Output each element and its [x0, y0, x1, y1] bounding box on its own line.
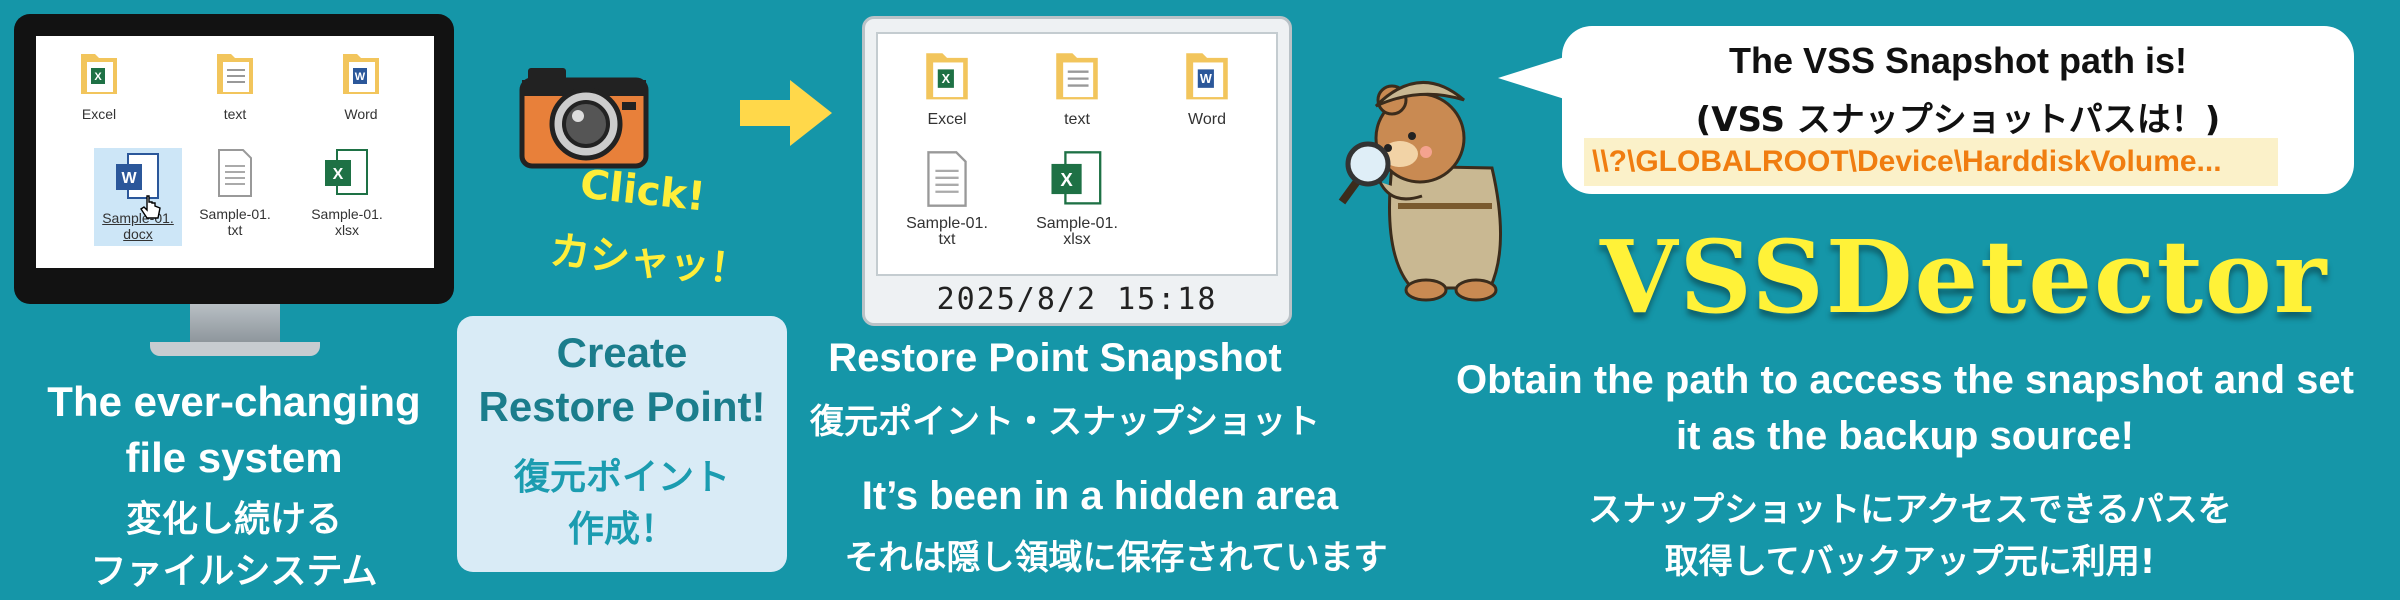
kasha-text: カシャッ！	[547, 227, 752, 295]
monitor: X Excel text W Word W Sample-01. docx Sa…	[14, 14, 454, 304]
excel-folder[interactable]: X Excel	[44, 46, 154, 122]
cursor-hand-icon	[140, 195, 161, 219]
snapshot-view: X Excel text W Word Sample-01. txt X Sam…	[876, 32, 1278, 276]
title-line: 復元ポイント	[513, 457, 730, 498]
caption-line: file system	[125, 434, 343, 481]
text-file: Sample-01. txt	[892, 150, 1002, 248]
file-label: Sample-01. txt	[906, 215, 988, 248]
desc-line: 取得してバックアップ元に利用!	[1664, 542, 2156, 582]
file-label: text	[1064, 111, 1090, 128]
snapshot-timestamp: 2025/8/2 15:18	[936, 282, 1218, 317]
svg-text:X: X	[1060, 169, 1073, 190]
text-folder-icon	[1056, 53, 1098, 100]
bubble-headline: The VSS Snapshot path is!	[1728, 40, 2188, 81]
hidden-area-text-jp: それは隠し領域に保存されています	[844, 538, 1388, 578]
monitor-base	[150, 342, 320, 356]
file-label: Excel	[81, 106, 117, 122]
excel-file[interactable]: X Sample-01. xlsx	[292, 148, 402, 238]
create-restore-point-jp: 復元ポイント 作成！	[457, 452, 787, 556]
hidden-area-text: It’s been in a hidden area	[861, 474, 1339, 518]
desc-line: it as the backup source!	[1676, 414, 2134, 458]
caption-line: 変化し続ける	[125, 499, 342, 540]
brand-description-en: Obtain the path to access the snapshot a…	[1430, 352, 2380, 464]
word-file-selected[interactable]: W Sample-01. docx	[94, 148, 182, 246]
click-text: Click!	[577, 161, 708, 221]
title-line: 作成！	[567, 509, 676, 550]
text-folder: text	[1022, 44, 1132, 128]
desc-line: Obtain the path to access the snapshot a…	[1456, 358, 2354, 402]
caption-line: The ever-changing	[47, 378, 421, 425]
excel-file: X Sample-01. xlsx	[1022, 150, 1132, 248]
file-label: Sample-01. xlsx	[311, 206, 383, 238]
monitor-stand	[190, 304, 280, 344]
text-folder-icon	[217, 54, 253, 94]
title-line: Restore Point!	[478, 383, 766, 430]
excel-folder-icon: X	[926, 53, 968, 100]
text-file[interactable]: Sample-01. txt	[180, 148, 290, 238]
caption-line: ファイルシステム	[90, 551, 378, 592]
file-label: Sample-01. docx	[102, 210, 174, 242]
filesystem-caption-jp: 変化し続ける ファイルシステム	[14, 494, 454, 598]
app-logo-title: VSSDetector	[1600, 218, 2329, 336]
desc-line: スナップショットにアクセスできるパスを	[1588, 490, 2232, 530]
file-label: Excel	[927, 111, 967, 128]
svg-text:X: X	[333, 166, 344, 183]
word-folder-icon: W	[343, 54, 379, 94]
file-label: Word	[344, 106, 378, 122]
text-file-icon	[218, 149, 252, 197]
excel-file-icon: X	[325, 149, 368, 195]
svg-text:W: W	[1200, 72, 1212, 86]
file-label: Word	[1188, 111, 1226, 128]
camera-icon	[519, 68, 649, 169]
text-folder[interactable]: text	[180, 46, 290, 122]
word-folder-icon: W	[1186, 53, 1228, 100]
svg-text:W: W	[355, 71, 366, 83]
create-restore-point-title: Create Restore Point!	[457, 326, 787, 434]
excel-folder-icon: X	[81, 54, 117, 94]
file-label: Sample-01. xlsx	[1036, 215, 1118, 248]
desktop-screen: X Excel text W Word W Sample-01. docx Sa…	[36, 36, 434, 268]
filesystem-caption-en: The ever-changing file system	[14, 374, 454, 486]
word-folder: W Word	[1152, 44, 1262, 128]
word-folder[interactable]: W Word	[306, 46, 416, 122]
brand-description-jp: スナップショットにアクセスできるパスを 取得してバックアップ元に利用!	[1470, 484, 2350, 588]
svg-text:W: W	[121, 170, 137, 187]
snapshot-title: Restore Point Snapshot	[828, 336, 1282, 380]
excel-folder: X Excel	[892, 44, 1002, 128]
file-label: Sample-01. txt	[199, 206, 271, 238]
snapshot-title-jp: 復元ポイント・スナップショット	[810, 402, 1320, 442]
svg-text:X: X	[94, 71, 102, 83]
excel-file-icon: X	[1051, 151, 1102, 205]
snapshot-path[interactable]: \\?\GLOBALROOT\Device\HarddiskVolume...	[1584, 138, 2278, 186]
title-line: Create	[556, 329, 688, 376]
svg-text:X: X	[942, 72, 951, 86]
file-label: text	[223, 106, 247, 122]
bubble-headline-jp: (VSS スナップショットパスは！)	[1695, 100, 2221, 140]
text-file-icon	[927, 151, 967, 207]
arrow-right-icon	[740, 80, 832, 146]
